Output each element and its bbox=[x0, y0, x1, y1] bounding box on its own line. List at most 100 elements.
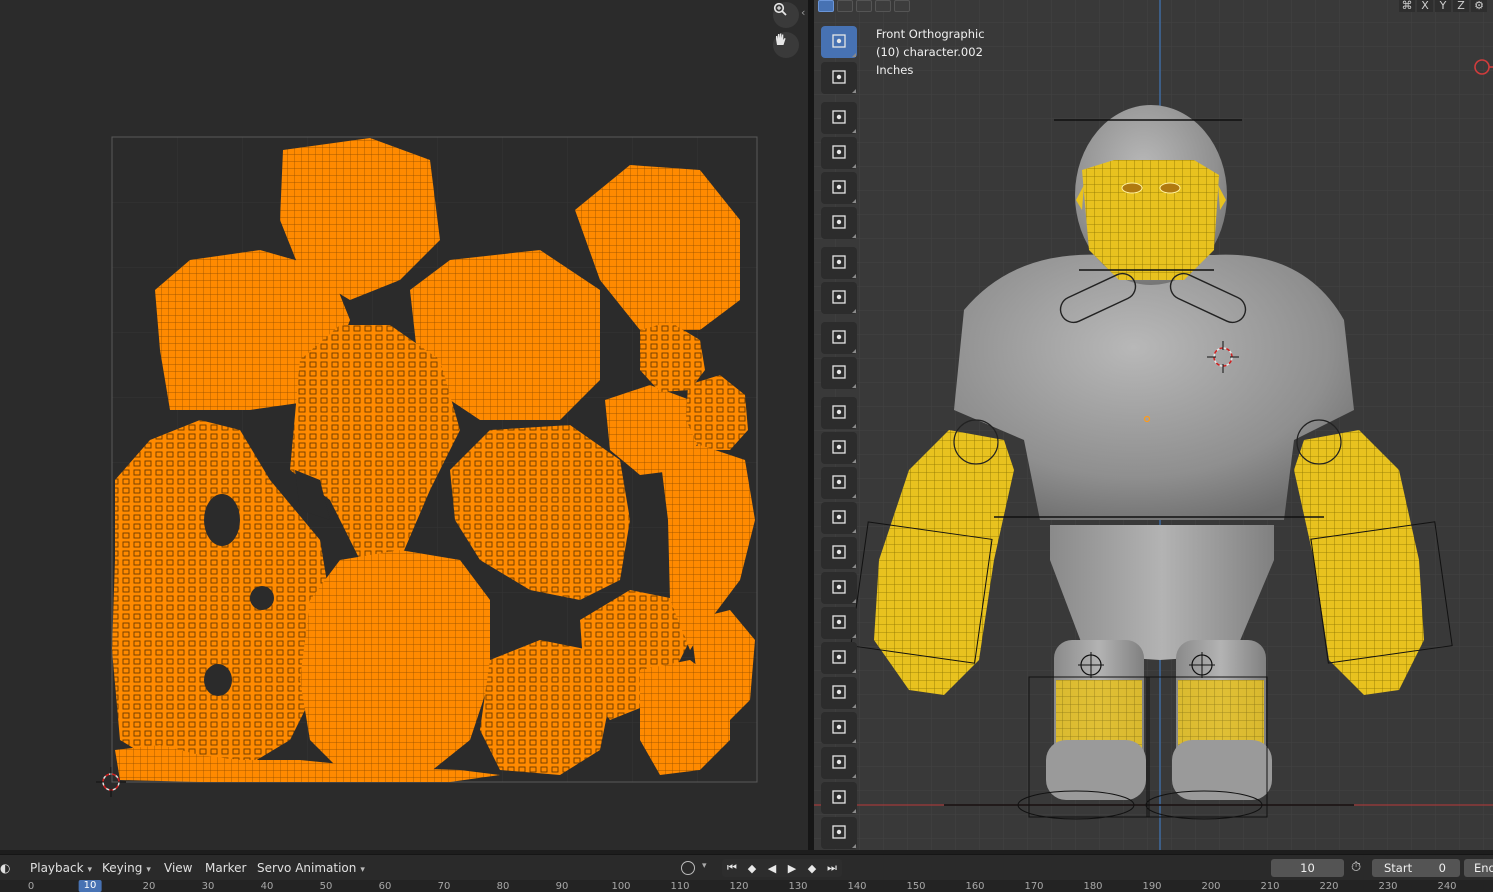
annotate-tool[interactable] bbox=[821, 247, 857, 279]
chevron-down-icon[interactable]: ▾ bbox=[702, 861, 707, 871]
tool-variant-indicator bbox=[852, 53, 856, 57]
shear-icon bbox=[829, 752, 849, 775]
play-icon[interactable]: ▶ bbox=[782, 859, 802, 877]
transform-icon bbox=[829, 212, 849, 235]
zoom-in-icon[interactable] bbox=[773, 2, 799, 28]
action-menu[interactable]: Servo Animation ▾ bbox=[251, 859, 371, 877]
ruler-tick: 0 bbox=[27, 881, 35, 892]
smooth-tool[interactable] bbox=[821, 642, 857, 674]
tool-variant-indicator bbox=[852, 274, 856, 278]
to-sphere-tool[interactable] bbox=[821, 817, 857, 849]
frame-ruler[interactable]: 0 10 20 30 40 50 60 70 80 90 100 110 120 130 140 150 160… bbox=[0, 880, 1493, 892]
ruler-tick: 50 bbox=[319, 881, 333, 892]
ruler-tick: 70 bbox=[437, 881, 451, 892]
editor-type-icon[interactable]: ◐ bbox=[0, 859, 10, 877]
edge-slide-icon bbox=[829, 682, 849, 705]
knife-icon bbox=[829, 542, 849, 565]
select-intersect-mode-icon[interactable] bbox=[894, 0, 910, 12]
poly-build-tool[interactable] bbox=[821, 572, 857, 604]
tool-variant-indicator bbox=[852, 494, 856, 498]
select-invert-mode-icon[interactable] bbox=[875, 0, 891, 12]
axis-toggle-x[interactable]: X bbox=[1417, 0, 1433, 12]
options-icon[interactable]: ⚙ bbox=[1471, 0, 1487, 12]
tool-variant-indicator bbox=[852, 634, 856, 638]
tool-variant-indicator bbox=[852, 739, 856, 743]
current-frame-marker: 10 bbox=[78, 880, 102, 892]
tool-variant-indicator bbox=[852, 564, 856, 568]
move-tool[interactable] bbox=[821, 102, 857, 134]
play-reverse-icon[interactable]: ◀ bbox=[762, 859, 782, 877]
select-subtract-mode-icon[interactable] bbox=[856, 0, 872, 12]
cursor-tool[interactable] bbox=[821, 62, 857, 94]
auto-keying-icon[interactable] bbox=[681, 861, 695, 875]
transform-tool[interactable] bbox=[821, 207, 857, 239]
tool-variant-indicator bbox=[852, 669, 856, 673]
mirror-axis-toggles[interactable]: ⌘ X Y Z ⚙ bbox=[1399, 0, 1487, 12]
ruler-tick: 170 bbox=[1024, 881, 1044, 892]
tool-variant-indicator bbox=[852, 234, 856, 238]
unit-label: Inches bbox=[876, 63, 914, 77]
ruler-tick: 220 bbox=[1319, 881, 1339, 892]
tool-variant-indicator bbox=[852, 459, 856, 463]
ruler-tick: 180 bbox=[1083, 881, 1103, 892]
knife-tool[interactable] bbox=[821, 537, 857, 569]
stopwatch-icon[interactable]: ⏱ bbox=[1351, 860, 1367, 876]
rip-region-tool[interactable] bbox=[821, 782, 857, 814]
spin-tool[interactable] bbox=[821, 607, 857, 639]
to-sphere-icon bbox=[829, 822, 849, 845]
start-label: Start bbox=[1384, 861, 1413, 875]
axis-toggle-y[interactable]: Y bbox=[1435, 0, 1451, 12]
ruler-tick: 120 bbox=[729, 881, 749, 892]
end-frame-field[interactable]: End bbox=[1464, 859, 1493, 877]
jump-start-icon[interactable]: ⏮ bbox=[722, 859, 742, 877]
select-mode-group[interactable] bbox=[818, 0, 910, 14]
extrude-tool[interactable] bbox=[821, 397, 857, 429]
extrude-icon bbox=[829, 402, 849, 425]
jump-keyframe-forward-icon[interactable]: ◆ bbox=[802, 859, 822, 877]
uv-canvas[interactable] bbox=[0, 0, 808, 850]
3d-viewport[interactable]: ⌘ X Y Z ⚙ Front Orthographic (10) charac… bbox=[814, 0, 1493, 850]
select-extend-mode-icon[interactable] bbox=[837, 0, 853, 12]
cut-tool[interactable] bbox=[821, 357, 857, 389]
scale-tool[interactable] bbox=[821, 172, 857, 204]
select-box-tool[interactable] bbox=[821, 26, 857, 58]
playback-menu[interactable]: Playback ▾ bbox=[24, 859, 99, 877]
uv-editor[interactable] bbox=[0, 0, 808, 850]
mesh-symmetry-icon[interactable]: ⌘ bbox=[1399, 0, 1415, 12]
ruler-tick: 190 bbox=[1142, 881, 1162, 892]
ruler-tick: 20 bbox=[142, 881, 156, 892]
add-cube-icon bbox=[829, 327, 849, 350]
view-menu[interactable]: View bbox=[158, 859, 198, 877]
keying-menu[interactable]: Keying ▾ bbox=[96, 859, 157, 877]
scissors-cube-icon bbox=[829, 362, 849, 385]
jump-keyframe-back-icon[interactable]: ◆ bbox=[742, 859, 762, 877]
chevron-left-icon[interactable]: ‹ bbox=[801, 6, 805, 19]
loop-cut-tool[interactable] bbox=[821, 502, 857, 534]
edge-slide-tool[interactable] bbox=[821, 677, 857, 709]
tool-variant-indicator bbox=[852, 129, 856, 133]
rotate-tool[interactable] bbox=[821, 137, 857, 169]
add-cube-tool[interactable] bbox=[821, 322, 857, 354]
start-frame-field[interactable]: Start 0 bbox=[1372, 859, 1460, 877]
tool-variant-indicator bbox=[852, 844, 856, 848]
ruler-tick: 90 bbox=[555, 881, 569, 892]
bevel-tool[interactable] bbox=[821, 467, 857, 499]
measure-tool[interactable] bbox=[821, 282, 857, 314]
rip-region-icon bbox=[829, 787, 849, 810]
shear-tool[interactable] bbox=[821, 747, 857, 779]
shrink-fatten-icon bbox=[829, 717, 849, 740]
rotate-icon bbox=[829, 142, 849, 165]
select-box-mode-icon[interactable] bbox=[818, 0, 834, 12]
tool-variant-indicator bbox=[852, 809, 856, 813]
hand-pan-icon[interactable] bbox=[773, 32, 799, 58]
viewport-scene[interactable] bbox=[814, 0, 1493, 850]
current-frame-field[interactable]: 10 bbox=[1271, 859, 1344, 877]
jump-end-icon[interactable]: ⏭ bbox=[822, 859, 842, 877]
axis-toggle-z[interactable]: Z bbox=[1453, 0, 1469, 12]
ruler-tick: 30 bbox=[201, 881, 215, 892]
shrink-fatten-tool[interactable] bbox=[821, 712, 857, 744]
viewport-info-overlay: Front Orthographic (10) character.002 In… bbox=[876, 25, 985, 79]
tool-variant-indicator bbox=[852, 599, 856, 603]
marker-menu[interactable]: Marker bbox=[199, 859, 252, 877]
inset-tool[interactable] bbox=[821, 432, 857, 464]
